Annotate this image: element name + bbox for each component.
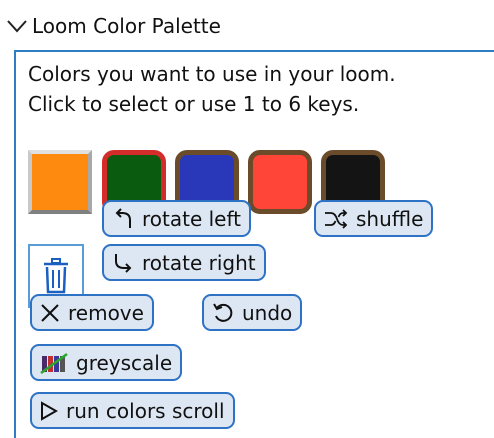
section-title: Loom Color Palette	[32, 14, 221, 38]
play-icon	[40, 400, 58, 421]
run-colors-scroll-button[interactable]: run colors scroll	[30, 392, 235, 429]
palette-section-header[interactable]: Loom Color Palette	[6, 10, 221, 42]
close-icon	[40, 303, 60, 323]
undo-button[interactable]: undo	[202, 294, 303, 331]
palette-panel: Colors you want to use in your loom. Cli…	[14, 50, 494, 438]
greyscale-icon	[40, 352, 68, 374]
shuffle-icon	[324, 208, 348, 229]
rotate-right-button[interactable]: rotate right	[102, 244, 266, 281]
greyscale-label: greyscale	[76, 350, 173, 375]
undo-label: undo	[242, 300, 293, 325]
palette-description: Colors you want to use in your loom. Cli…	[28, 59, 396, 119]
rotate-right-icon	[112, 252, 134, 274]
remove-button[interactable]: remove	[30, 294, 154, 331]
run-colors-scroll-label: run colors scroll	[66, 398, 225, 423]
rotate-right-label: rotate right	[142, 250, 256, 275]
undo-icon	[212, 302, 234, 324]
greyscale-button[interactable]: greyscale	[30, 344, 183, 381]
rotate-left-icon	[112, 207, 134, 230]
description-line-1: Colors you want to use in your loom.	[28, 62, 396, 86]
rotate-left-button[interactable]: rotate left	[102, 200, 252, 237]
remove-label: remove	[68, 300, 144, 325]
color-swatch-1[interactable]	[28, 150, 92, 214]
chevron-down-icon	[7, 20, 27, 33]
trash-icon	[44, 258, 68, 294]
shuffle-label: shuffle	[356, 206, 424, 231]
color-swatch-4[interactable]	[248, 150, 312, 214]
rotate-left-label: rotate left	[142, 206, 242, 231]
description-line-2: Click to select or use 1 to 6 keys.	[28, 92, 360, 116]
shuffle-button[interactable]: shuffle	[314, 200, 434, 237]
